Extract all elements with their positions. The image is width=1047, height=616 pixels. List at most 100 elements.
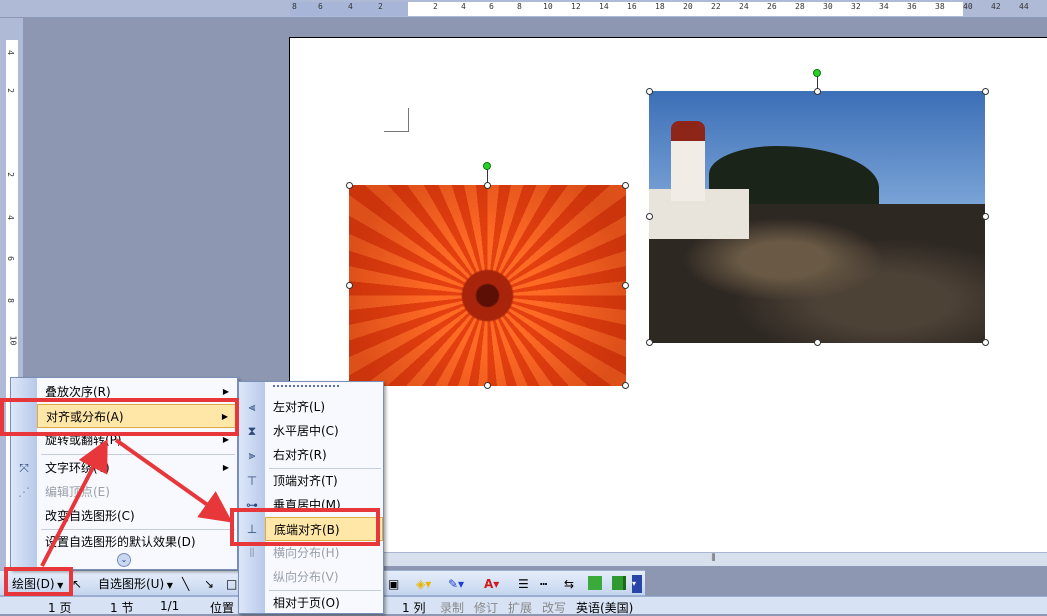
horizontal-scroll-splitter[interactable]: ⦀ xyxy=(380,552,1047,566)
line-tool-icon[interactable]: ╲ xyxy=(182,575,189,593)
menu-item-label: 文字环绕(T) xyxy=(45,461,110,475)
ruler-tick-label: 38 xyxy=(935,2,945,11)
resize-handle[interactable] xyxy=(982,339,989,346)
dropdown-arrow-icon: ▼ xyxy=(54,581,64,590)
ruler-tick-label: 34 xyxy=(879,2,889,11)
submenu-item-relative-to-page[interactable]: 相对于页(O) xyxy=(265,591,383,615)
status-section: 1 节 xyxy=(110,601,134,615)
resize-handle[interactable] xyxy=(484,182,491,189)
ruler-tick-label: 30 xyxy=(823,2,833,11)
submenu-item-label: 左对齐(L) xyxy=(273,400,326,414)
autoshapes-label: 自选图形(U) xyxy=(98,577,165,591)
status-page: 1 页 xyxy=(48,601,72,615)
align-top-icon: ⊤ xyxy=(246,474,258,488)
menu-item-align-distribute[interactable]: 对齐或分布(A) ▶ xyxy=(37,404,237,428)
submenu-item-label: 垂直居中(M) xyxy=(273,498,341,512)
ruler-tick-label: 14 xyxy=(599,2,609,11)
draw-menu-button[interactable]: 绘图(D) ▼ xyxy=(12,575,63,593)
resize-handle[interactable] xyxy=(814,88,821,95)
line-color-icon[interactable]: ✎▾ xyxy=(448,575,464,593)
vertical-ruler-tick-label: 4 xyxy=(5,50,15,55)
flower-image[interactable] xyxy=(349,185,626,386)
align-bottom-icon: ⊥ xyxy=(246,522,258,536)
ruler-tick-label: 44 xyxy=(1019,2,1029,11)
text-boundary-corner-mark xyxy=(384,108,409,132)
lighthouse-image[interactable] xyxy=(649,91,985,343)
ruler-tick-label: 2 xyxy=(433,2,438,11)
distribute-horizontally-icon: ⫴ xyxy=(249,546,255,560)
fill-color-icon[interactable]: ◈▾ xyxy=(416,575,431,593)
arrow-tool-icon[interactable]: ↘ xyxy=(204,575,214,593)
menu-item-edit-points[interactable]: 编辑顶点(E) xyxy=(37,480,237,504)
chevron-double-down-icon[interactable]: ⌄ xyxy=(117,553,131,567)
menu-item-label: 改变自选图形(C) xyxy=(45,509,135,523)
submenu-item-distribute-vertical[interactable]: 纵向分布(V) xyxy=(265,565,383,589)
submenu-item-align-right[interactable]: 右对齐(R) xyxy=(265,443,383,467)
menu-item-label: 叠放次序(R) xyxy=(45,385,111,399)
3d-style-icon[interactable] xyxy=(612,576,626,590)
menu-item-label: 旋转或翻转(P) xyxy=(45,433,122,447)
font-color-icon[interactable]: A▾ xyxy=(484,575,499,593)
menu-item-label: 设置自选图形的默认效果(D) xyxy=(45,535,196,549)
resize-handle[interactable] xyxy=(814,339,821,346)
ruler-tick-label: 8 xyxy=(292,2,297,11)
resize-handle[interactable] xyxy=(622,382,629,389)
toolbar-options-icon[interactable]: ▾ xyxy=(632,575,642,593)
status-overtype[interactable]: 改写 xyxy=(542,599,566,616)
align-middle-icon: ⊶ xyxy=(246,498,258,512)
submenu-item-label: 横向分布(H) xyxy=(273,546,340,560)
menu-item-set-default[interactable]: 设置自选图形的默认效果(D) xyxy=(37,530,237,554)
menu-item-order[interactable]: 叠放次序(R) ▶ xyxy=(37,380,237,404)
menu-item-rotate-flip[interactable]: 旋转或翻转(P) ▶ xyxy=(37,428,237,452)
resize-handle[interactable] xyxy=(622,282,629,289)
status-extend[interactable]: 扩展 xyxy=(508,599,532,616)
status-bar: 1 页 1 节 1/1 位置 1 列 录制 修订 扩展 改写 英语(美国) xyxy=(0,596,1047,616)
rotation-handle[interactable] xyxy=(483,162,491,170)
submenu-item-label: 右对齐(R) xyxy=(273,448,327,462)
submenu-item-distribute-horizontal[interactable]: 横向分布(H) xyxy=(265,541,383,565)
draw-menu: 叠放次序(R) ▶ 对齐或分布(A) ▶ 旋转或翻转(P) ▶ ⤧ 文字环绕(T) ▶ … xyxy=(10,377,238,570)
submenu-item-align-bottom[interactable]: 底端对齐(B) xyxy=(265,517,383,541)
tear-off-handle[interactable] xyxy=(273,385,339,388)
submenu-item-align-center[interactable]: 水平居中(C) xyxy=(265,419,383,443)
line-style-icon[interactable]: ☰ xyxy=(518,575,529,593)
resize-handle[interactable] xyxy=(646,88,653,95)
vertical-ruler-tick-label: 10 xyxy=(8,335,18,346)
edit-points-icon: ⋰ xyxy=(18,485,30,499)
resize-handle[interactable] xyxy=(646,213,653,220)
vertical-ruler-tick-label: 6 xyxy=(5,256,15,261)
rectangle-tool-icon[interactable]: □ xyxy=(226,575,237,593)
resize-handle[interactable] xyxy=(646,339,653,346)
menu-item-text-wrap[interactable]: 文字环绕(T) ▶ xyxy=(37,456,237,480)
status-track-changes[interactable]: 修订 xyxy=(474,599,498,616)
insert-picture-icon[interactable]: ▣ xyxy=(388,575,399,593)
horizontal-ruler[interactable]: 8 6 4 2 2 4 6 8 10 12 14 16 18 20 22 24 26 28 30 32 34 36 38 40… xyxy=(0,0,1047,18)
resize-handle[interactable] xyxy=(346,182,353,189)
ruler-tick-label: 28 xyxy=(795,2,805,11)
resize-handle[interactable] xyxy=(484,382,491,389)
submenu-item-align-left[interactable]: 左对齐(L) xyxy=(265,395,383,419)
dash-style-icon[interactable]: ┅ xyxy=(540,575,547,593)
resize-handle[interactable] xyxy=(982,88,989,95)
resize-handle[interactable] xyxy=(982,213,989,220)
resize-handle[interactable] xyxy=(622,182,629,189)
submenu-arrow-icon: ▶ xyxy=(222,511,229,520)
submenu-item-align-middle[interactable]: 垂直居中(M) xyxy=(265,493,383,517)
submenu-item-align-top[interactable]: 顶端对齐(T) xyxy=(265,469,383,493)
align-left-icon: ⫷ xyxy=(248,400,256,414)
dropdown-arrow-icon: ▼ xyxy=(164,581,173,590)
menu-item-change-autoshape[interactable]: 改变自选图形(C) ▶ xyxy=(37,504,237,528)
resize-handle[interactable] xyxy=(346,282,353,289)
select-objects-icon[interactable]: ↖ xyxy=(72,575,82,593)
ruler-tick-label: 2 xyxy=(378,2,383,11)
shadow-style-icon[interactable] xyxy=(588,576,602,590)
autoshapes-menu-button[interactable]: 自选图形(U) ▼ xyxy=(98,575,173,593)
rotation-handle[interactable] xyxy=(813,69,821,77)
vertical-ruler-tick-label: 8 xyxy=(5,298,15,303)
vertical-ruler-tick-label: 2 xyxy=(5,172,15,177)
status-language: 英语(美国) xyxy=(576,601,634,615)
status-record[interactable]: 录制 xyxy=(440,599,464,616)
arrow-style-icon[interactable]: ⇆ xyxy=(564,575,574,593)
draw-menu-label: 绘图(D) xyxy=(12,577,55,591)
menu-item-label: 编辑顶点(E) xyxy=(45,485,110,499)
